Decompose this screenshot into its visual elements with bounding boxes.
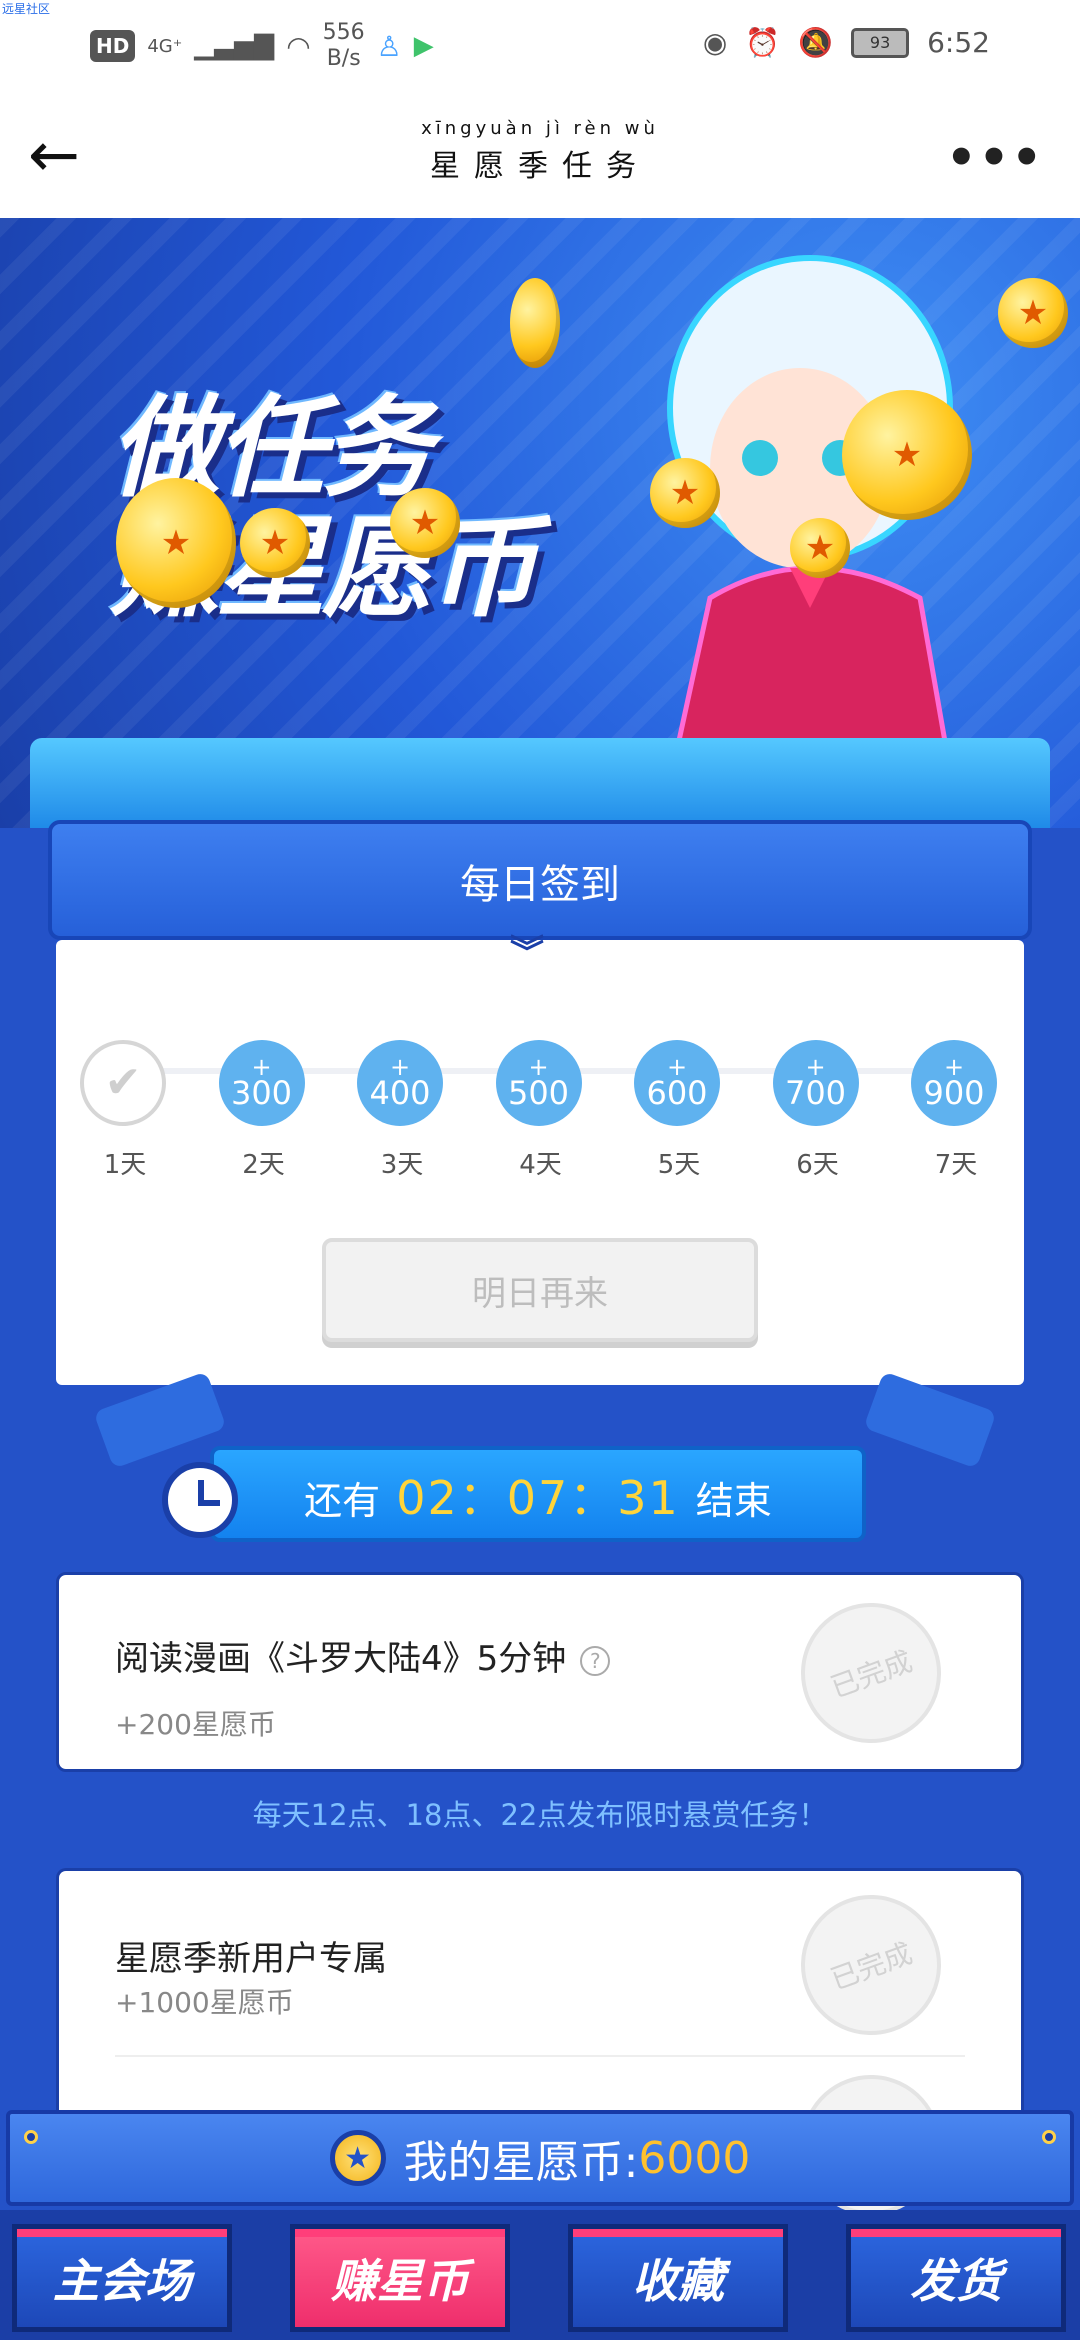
star-coin-icon: ★: [240, 508, 310, 578]
decor-right: [863, 1371, 997, 1469]
signal-icon: ▁▃▅▇: [194, 31, 275, 61]
countdown-suffix: 结束: [695, 1479, 772, 1523]
completed-stamp: 已完成: [781, 1583, 961, 1763]
day-label: 2天: [242, 1150, 285, 1180]
network-indicator: 4G⁺: [147, 35, 183, 57]
day-label: 6天: [796, 1150, 839, 1180]
checkmark-icon: ✔: [80, 1040, 166, 1126]
checkin-day: +700 6天: [772, 1040, 863, 1181]
coins-value: 6000: [638, 2132, 751, 2184]
status-bar: 远星社区 HD 4G⁺ ▁▃▅▇ ◠ 556 B/s ♙ ▶ ◉ ⏰ 🔕 93 …: [0, 0, 1080, 90]
bounty-notice: 每天12点、18点、22点发布限时悬赏任务！: [252, 1798, 828, 1832]
wifi-icon: ◠: [286, 29, 311, 63]
star-coin-icon: ★: [842, 390, 972, 520]
checkin-title: 每日签到: [460, 862, 620, 908]
day-label: 7天: [934, 1150, 978, 1180]
star-coin-icon: ★: [650, 458, 720, 528]
day-reward-value: 700: [784, 1074, 847, 1112]
task-title: 星愿季新用户专属: [115, 1939, 387, 1979]
task-reward: +1000星愿币: [115, 1986, 294, 2019]
decor-dot: [24, 2130, 38, 2144]
status-right: ◉ ⏰ 🔕 93 6:52: [703, 26, 990, 59]
qq-icon: ♙: [376, 29, 402, 63]
task-card: 星愿季新用户专属 +1000星愿币 已完成: [56, 1868, 1024, 2235]
decor-left: [93, 1371, 227, 1469]
checkin-day: +300 2天: [218, 1040, 309, 1181]
nav-earn-coins[interactable]: 赚星币: [290, 2224, 510, 2332]
checkin-day: +500 4天: [495, 1040, 586, 1181]
day-reward-value: 600: [646, 1074, 708, 1112]
title-bar: ← xīngyuàn jì rèn wù 星愿季任务 •••: [0, 90, 1080, 218]
page-title: 星愿季任务: [430, 149, 650, 184]
star-coin-icon: ★: [116, 478, 236, 608]
completed-stamp: 已完成: [781, 1875, 961, 2055]
eye-icon: ◉: [702, 26, 728, 59]
alarm-icon: ⏰: [745, 26, 781, 59]
day-reward-circle: +300: [218, 1040, 305, 1126]
coins-label: 我的星愿币:: [403, 2137, 639, 2188]
speed-value: 556: [322, 20, 365, 45]
day-label: 4天: [519, 1150, 562, 1180]
my-coins-bar: ★ 我的星愿币: 6000: [6, 2110, 1074, 2206]
help-icon[interactable]: ?: [580, 1645, 611, 1676]
day-label: 5天: [657, 1150, 701, 1180]
task-divider: [115, 2055, 965, 2057]
come-back-tomorrow-button[interactable]: 明日再来: [322, 1238, 758, 1342]
task-reward: +200星愿币: [115, 1708, 276, 1741]
checkin-day: ✔ 1天: [80, 1040, 170, 1181]
day-reward-value: 400: [369, 1074, 431, 1112]
star-coin-icon: ★: [329, 2130, 386, 2186]
task-title-text: 阅读漫画《斗罗大陆4》5分钟: [115, 1639, 567, 1679]
checkin-card: ✔ 1天 +300 2天 +400 3天 +500 4天 +600 5天 +700 6天 +900 7天 …: [56, 940, 1024, 1385]
day-reward-value: 900: [923, 1074, 985, 1112]
play-icon: ▶: [413, 31, 434, 61]
star-coin-icon: [510, 278, 560, 368]
star-coin-icon: ★: [998, 278, 1068, 348]
speed-unit: B/s: [326, 46, 361, 71]
checkin-day: +400 3天: [357, 1040, 447, 1181]
nav-shipping[interactable]: 发货: [846, 2224, 1066, 2332]
countdown-text: 还有 02：07：31 结束: [214, 1462, 862, 1528]
day-reward-circle: +400: [357, 1040, 443, 1126]
banner-tray: [30, 738, 1050, 828]
promo-banner: 做任务 赚星愿币 ★ ★ ★ ★ ★ ★ ★: [0, 218, 1080, 828]
bottom-nav: 主会场 赚星币 收藏 发货: [0, 2210, 1080, 2340]
task-card: 阅读漫画《斗罗大陆4》5分钟? +200星愿币 已完成: [56, 1572, 1024, 1772]
day-reward-circle: +900: [911, 1040, 997, 1126]
countdown-time: 02：07：31: [396, 1471, 680, 1525]
page-title-wrap: xīngyuàn jì rèn wù 星愿季任务: [0, 118, 1080, 185]
corner-label: 远星社区: [2, 2, 51, 16]
status-left: HD 4G⁺ ▁▃▅▇ ◠ 556 B/s ♙ ▶: [90, 20, 434, 72]
hd-badge: HD: [90, 30, 136, 62]
battery-icon: 93: [851, 27, 910, 58]
checkin-day: +900 7天: [911, 1040, 1001, 1181]
task-title: 阅读漫画《斗罗大陆4》5分钟?: [115, 1631, 611, 1680]
day-reward-value: 300: [230, 1074, 293, 1112]
title-pinyin: xīngyuàn jì rèn wù: [421, 118, 659, 139]
more-button[interactable]: •••: [946, 130, 1044, 186]
clock-time: 6:52: [927, 26, 990, 59]
day-reward-value: 500: [507, 1074, 570, 1112]
nav-favorites[interactable]: 收藏: [568, 2224, 788, 2332]
countdown-banner: 还有 02：07：31 结束: [210, 1446, 866, 1542]
day-label: 3天: [380, 1150, 424, 1180]
checkin-header: 每日签到: [48, 820, 1032, 940]
day-label: 1天: [103, 1150, 147, 1180]
day-reward-circle: +600: [634, 1040, 720, 1126]
nav-main-venue[interactable]: 主会场: [12, 2224, 232, 2332]
day-reward-circle: +700: [772, 1040, 859, 1126]
clock-icon: [162, 1462, 238, 1538]
star-coin-icon: ★: [790, 518, 850, 578]
decor-dot: [1042, 2130, 1056, 2144]
countdown-prefix: 还有: [304, 1479, 381, 1523]
day-reward-circle: +500: [495, 1040, 582, 1126]
checkin-day: +600 5天: [634, 1040, 724, 1181]
chevron-down-icon: ︾: [510, 933, 544, 973]
mute-icon: 🔕: [798, 26, 834, 59]
star-coin-icon: ★: [390, 488, 460, 558]
network-speed: 556 B/s: [323, 20, 365, 72]
